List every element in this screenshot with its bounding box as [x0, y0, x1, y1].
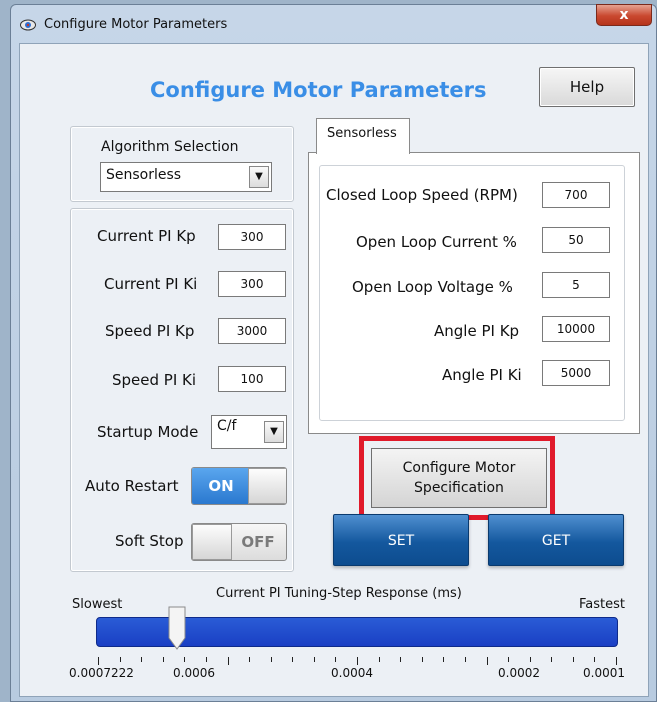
- slider-tick: [616, 657, 617, 665]
- slider-tick: [421, 657, 423, 662]
- slider-tick: [227, 657, 229, 665]
- slider-tick: [443, 657, 445, 662]
- open-loop-voltage-label: Open Loop Voltage %: [352, 278, 513, 296]
- title-bar: Configure Motor Parameters x: [11, 4, 656, 45]
- slider-tick: [141, 657, 143, 662]
- sensorless-tab-panel: Closed Loop Speed (RPM) 700 Open Loop Cu…: [308, 152, 640, 434]
- auto-restart-on-state: ON: [192, 468, 250, 504]
- configure-motor-specification-button[interactable]: Configure Motor Specification: [371, 448, 547, 508]
- slider-tick: [119, 657, 121, 662]
- tick-label: 0.0004: [331, 666, 373, 680]
- slider-tick: [594, 657, 596, 662]
- slider-tick: [249, 657, 251, 662]
- algorithm-select-value: Sensorless: [106, 167, 182, 183]
- close-icon: x: [619, 7, 629, 23]
- page-title: Configure Motor Parameters: [150, 78, 487, 102]
- speed-pi-kp-field[interactable]: 3000: [218, 318, 286, 344]
- speed-pi-ki-label: Speed PI Ki: [112, 371, 197, 389]
- slider-max-label: Fastest: [579, 597, 625, 612]
- slider-tick: [184, 657, 186, 662]
- soft-stop-toggle[interactable]: OFF: [191, 523, 287, 561]
- open-loop-voltage-field[interactable]: 5: [542, 272, 610, 298]
- open-loop-current-label: Open Loop Current %: [356, 233, 517, 251]
- set-button[interactable]: SET: [333, 514, 469, 566]
- slider-tick: [335, 657, 337, 662]
- algorithm-selection-group: Algorithm Selection Sensorless ▼: [70, 126, 294, 202]
- angle-pi-kp-label: Angle PI Kp: [434, 322, 520, 340]
- soft-stop-label: Soft Stop: [115, 532, 184, 550]
- algorithm-selection-label: Algorithm Selection: [101, 139, 239, 155]
- slider-tick: [162, 657, 164, 662]
- closed-loop-speed-label: Closed Loop Speed (RPM): [326, 186, 518, 204]
- slider-tick: [357, 657, 358, 665]
- slider-tick: [572, 657, 574, 662]
- startup-mode-select[interactable]: C/f ▼: [211, 415, 287, 449]
- slider-tick: [400, 657, 402, 662]
- slider-thumb[interactable]: [168, 606, 186, 650]
- chevron-down-icon: ▼: [264, 421, 284, 443]
- help-button[interactable]: Help: [539, 67, 635, 107]
- slider-tick: [464, 657, 466, 662]
- slider-tick: [98, 657, 99, 665]
- toggle-knob: [192, 524, 232, 560]
- open-loop-current-field[interactable]: 50: [542, 227, 610, 253]
- chevron-down-icon: ▼: [249, 166, 269, 188]
- slider-min-label: Slowest: [72, 597, 123, 612]
- slider-tick: [551, 657, 553, 662]
- startup-mode-value: C/f: [217, 418, 237, 434]
- window-title: Configure Motor Parameters: [44, 17, 228, 32]
- slider-title: Current PI Tuning-Step Response (ms): [216, 586, 462, 601]
- tick-label: 0.0001: [583, 666, 625, 680]
- slider-tick: [292, 657, 294, 662]
- auto-restart-toggle[interactable]: ON: [191, 467, 287, 505]
- slider-tick: [313, 657, 315, 662]
- slider-tick: [486, 657, 488, 665]
- slider-tick: [270, 657, 272, 662]
- speed-pi-kp-label: Speed PI Kp: [105, 322, 195, 340]
- toggle-knob: [248, 468, 286, 504]
- algorithm-select[interactable]: Sensorless ▼: [100, 162, 272, 192]
- dialog-window: Configure Motor Parameters x Configure M…: [10, 4, 657, 702]
- get-button[interactable]: GET: [488, 514, 624, 566]
- current-pi-kp-label: Current PI Kp: [97, 227, 196, 245]
- current-pi-ki-field[interactable]: 300: [218, 271, 286, 297]
- current-pi-kp-field[interactable]: 300: [218, 224, 286, 250]
- auto-restart-label: Auto Restart: [85, 477, 179, 495]
- tick-label: 0.0002: [498, 666, 540, 680]
- angle-pi-kp-field[interactable]: 10000: [542, 316, 610, 342]
- configure-button-line2: Specification: [414, 480, 504, 496]
- slider-tick: [205, 657, 207, 662]
- configure-button-line1: Configure Motor: [402, 460, 516, 476]
- speed-pi-ki-field[interactable]: 100: [218, 366, 286, 392]
- tick-label: 0.0006: [173, 666, 215, 680]
- tab-sensorless[interactable]: Sensorless: [316, 118, 410, 154]
- startup-mode-label: Startup Mode: [97, 423, 199, 441]
- slider-tick: [508, 657, 510, 662]
- soft-stop-off-state: OFF: [241, 533, 275, 551]
- angle-pi-ki-field[interactable]: 5000: [542, 360, 610, 386]
- slider-tick: [378, 657, 380, 662]
- current-pi-ki-label: Current PI Ki: [104, 275, 198, 293]
- slider-tick: [529, 657, 531, 662]
- close-button[interactable]: x: [596, 4, 652, 26]
- pi-parameters-group: Current PI Kp 300 Current PI Ki 300 Spee…: [70, 208, 294, 572]
- closed-loop-speed-field[interactable]: 700: [542, 182, 610, 208]
- dialog-client-area: Configure Motor Parameters Help Algorith…: [19, 43, 649, 697]
- eye-icon: [20, 19, 36, 31]
- angle-pi-ki-label: Angle PI Ki: [442, 366, 522, 384]
- tick-label: 0.0007222: [69, 666, 134, 680]
- sensorless-parameters-group: Closed Loop Speed (RPM) 700 Open Loop Cu…: [319, 165, 625, 421]
